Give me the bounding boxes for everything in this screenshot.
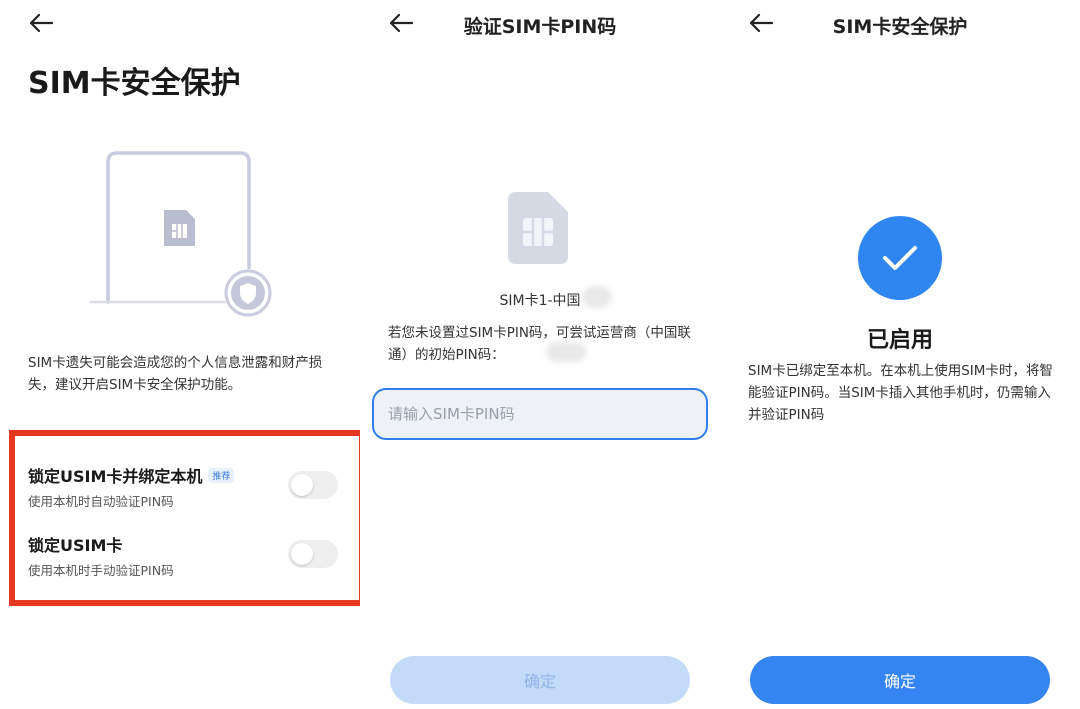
option-lock-usim[interactable]: 锁定USIM卡 使用本机时手动验证PIN码 [28, 532, 338, 578]
redacted-pin [546, 342, 586, 362]
sim-card-icon [164, 210, 195, 246]
screen-protection-enabled: SIM卡安全保护 已启用 SIM卡已绑定至本机。在本机上使用SIM卡时，将智能验… [720, 0, 1080, 709]
enabled-description: SIM卡已绑定至本机。在本机上使用SIM卡时，将智能验证PIN码。当SIM卡插入… [748, 363, 1053, 423]
page-title: SIM卡安全保护 [832, 16, 968, 38]
phone-sim-illustration [90, 150, 280, 320]
recommended-badge: 推荐 [208, 468, 235, 483]
lock-and-bind-toggle[interactable] [288, 471, 338, 499]
pin-input[interactable] [372, 388, 708, 440]
page-title: SIM卡安全保护 [28, 66, 241, 101]
page-title: 验证SIM卡PIN码 [463, 16, 617, 38]
highlight-frame [9, 430, 360, 606]
toggle-knob [291, 474, 313, 496]
sim-card-icon [508, 192, 568, 264]
confirm-button-disabled[interactable]: 确定 [390, 656, 690, 704]
screen-verify-pin: 验证SIM卡PIN码 SIM卡1-中国 若您未设置过SIM卡PIN码，可尝试运营… [360, 0, 720, 709]
option-title: 锁定USIM卡并绑定本机 [28, 467, 203, 486]
default-pin-hint: 若您未设置过SIM卡PIN码，可尝试运营商（中国联通）的初始PIN码： [388, 325, 691, 363]
shield-icon [224, 269, 272, 317]
toggle-knob [291, 543, 313, 565]
redacted-carrier [582, 286, 612, 308]
checkmark-icon [858, 216, 942, 300]
option-lock-and-bind[interactable]: 锁定USIM卡并绑定本机 推荐 使用本机时自动验证PIN码 [28, 463, 338, 509]
status-title: 已启用 [866, 328, 933, 353]
risk-description: SIM卡遗失可能会造成您的个人信息泄露和财产损失，建议开启SIM卡安全保护功能。 [28, 355, 323, 393]
lock-usim-toggle[interactable] [288, 540, 338, 568]
sim-slot-label: SIM卡1-中国 [499, 293, 581, 309]
screen-sim-protection-settings: SIM卡安全保护 SIM卡遗失可能会造成您的个人信息泄露和财产损失，建议开启SI… [0, 0, 360, 709]
confirm-button[interactable]: 确定 [750, 656, 1050, 704]
back-arrow-icon[interactable] [28, 12, 56, 36]
